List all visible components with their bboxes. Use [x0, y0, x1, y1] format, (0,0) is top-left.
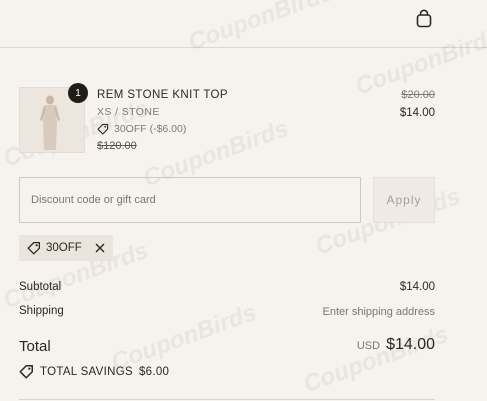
tag-icon	[27, 241, 41, 255]
total-amount: USD $14.00	[357, 336, 435, 354]
total-savings: TOTAL SAVINGS $6.00	[19, 364, 169, 379]
total-label: Total	[19, 338, 51, 355]
shipping-label: Shipping	[19, 305, 64, 317]
total-value: $14.00	[386, 336, 435, 353]
tag-icon	[97, 123, 109, 135]
product-variant: XS / STONE	[97, 106, 160, 118]
price-after-discount: $14.00	[399, 107, 435, 119]
checkout-summary: CouponBirds CouponBirds CouponBirds Coup…	[0, 0, 487, 401]
savings-value: $6.00	[138, 365, 170, 378]
item-discount-label: 30OFF (-$6.00)	[114, 123, 187, 135]
total-currency: USD	[356, 340, 381, 352]
applied-code-chip: 30OFF	[19, 235, 113, 261]
header-bar	[0, 0, 487, 48]
price-before-discount: $20.00	[401, 89, 435, 101]
savings-label: TOTAL SAVINGS	[40, 365, 133, 378]
product-title: REM STONE KNIT TOP	[97, 89, 228, 101]
applied-code-label: 30OFF	[46, 242, 82, 254]
subtotal-label: Subtotal	[19, 281, 62, 293]
close-icon[interactable]	[95, 243, 105, 253]
shopping-bag-icon	[416, 9, 432, 27]
subtotal-value: $14.00	[399, 281, 435, 293]
apply-button[interactable]: Apply	[373, 177, 435, 223]
quantity-badge: 1	[68, 83, 88, 103]
original-price: $120.00	[97, 140, 137, 152]
shipping-value: Enter shipping address	[322, 306, 435, 318]
savings-tag-icon	[19, 365, 33, 379]
watermark: CouponBirds	[299, 320, 452, 399]
item-discount: 30OFF (-$6.00)	[97, 123, 186, 135]
discount-code-input[interactable]	[19, 177, 361, 223]
cart-button[interactable]	[414, 8, 434, 28]
divider	[19, 399, 435, 400]
